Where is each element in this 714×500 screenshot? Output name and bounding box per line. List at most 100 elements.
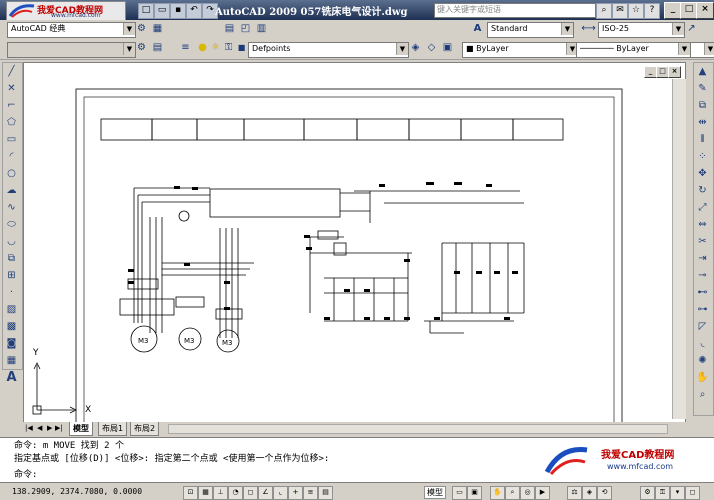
- scale-icon[interactable]: ⤢: [695, 200, 710, 216]
- properties-icon[interactable]: ▤: [222, 22, 237, 37]
- offset-icon[interactable]: ⫴: [695, 132, 710, 148]
- text-style-icon[interactable]: A: [470, 22, 485, 37]
- tab-layout2[interactable]: 布局2: [130, 422, 160, 436]
- dim-style-select[interactable]: ISO-25 ▼: [598, 22, 685, 38]
- tab-model[interactable]: 模型: [69, 422, 93, 436]
- coordinates-readout[interactable]: 138.2909, 2374.7080, 0.0000: [12, 487, 142, 496]
- region-icon[interactable]: ◙: [4, 336, 19, 352]
- chamfer-icon[interactable]: ◸: [695, 319, 710, 335]
- move-icon[interactable]: ✥: [695, 166, 710, 182]
- color-select[interactable]: ■ ByLayer ▼: [462, 42, 579, 58]
- ellipse-icon[interactable]: ⬭: [4, 217, 19, 233]
- point-icon[interactable]: ·: [4, 285, 19, 301]
- polar-icon[interactable]: ◔: [228, 486, 243, 500]
- command-window[interactable]: 命令: m MOVE 找到 2 个 指定基点或 [位移(D)] <位移>: 指定…: [0, 437, 714, 482]
- search-input[interactable]: 键入关键字或短语: [434, 3, 596, 18]
- workspace-switch-icon[interactable]: ⚙: [640, 486, 655, 500]
- erase-icon[interactable]: ✎: [695, 81, 710, 97]
- circle-icon[interactable]: ○: [4, 166, 19, 182]
- pan-icon[interactable]: ✋: [695, 370, 710, 386]
- dimension-style-icon[interactable]: ⟷: [581, 22, 596, 37]
- layer-previous-icon[interactable]: ◇: [424, 41, 439, 56]
- horizontal-scrollbar[interactable]: [168, 424, 668, 434]
- arc-icon[interactable]: ◜: [4, 149, 19, 165]
- layout-view-icon[interactable]: ▭: [452, 486, 467, 500]
- tab-last-icon[interactable]: ▶|: [55, 424, 63, 432]
- lineweight-icon[interactable]: ≡: [303, 486, 318, 500]
- layer-color-swatch[interactable]: ■: [234, 41, 249, 56]
- new-icon[interactable]: □: [138, 3, 154, 19]
- mirror-icon[interactable]: ⇹: [695, 115, 710, 131]
- favorites-icon[interactable]: ☆: [628, 3, 644, 19]
- osnap-icon[interactable]: ◻: [243, 486, 258, 500]
- steering-wheel-icon[interactable]: ◎: [520, 486, 535, 500]
- workspace-settings-icon[interactable]: ⚙: [134, 22, 149, 37]
- spline-icon[interactable]: ∿: [4, 200, 19, 216]
- tab-first-icon[interactable]: |◀: [25, 424, 33, 432]
- linetype-select[interactable]: ─────── ByLayer ▼: [576, 42, 691, 58]
- save-workspace-icon[interactable]: ▦: [150, 22, 165, 37]
- tool-palettes-icon[interactable]: ▥: [254, 22, 269, 37]
- gradient-icon[interactable]: ▩: [4, 319, 19, 335]
- annotation-visibility-icon[interactable]: ◈: [582, 486, 597, 500]
- tab-layout1[interactable]: 布局1: [98, 422, 128, 436]
- scroll-up-icon[interactable]: ▲: [695, 64, 710, 80]
- multiline-text-icon[interactable]: A: [4, 370, 19, 386]
- model-space-toggle[interactable]: 模型: [424, 486, 446, 499]
- pan-icon[interactable]: ✋: [490, 486, 505, 500]
- rectangle-icon[interactable]: ▭: [4, 132, 19, 148]
- quick-view-icon[interactable]: ▣: [467, 486, 482, 500]
- design-center-icon[interactable]: ◰: [238, 22, 253, 37]
- lineweight-select[interactable]: ▼: [690, 42, 714, 58]
- clean-screen-icon[interactable]: ◻: [685, 486, 700, 500]
- text-style-select[interactable]: Standard ▼: [487, 22, 574, 38]
- command-prompt[interactable]: 命令:: [14, 467, 37, 480]
- line-icon[interactable]: ╱: [4, 64, 19, 80]
- polyline-icon[interactable]: ⌐: [4, 98, 19, 114]
- viewport-close-button[interactable]: ×: [668, 66, 681, 78]
- auto-scale-icon[interactable]: ⟲: [597, 486, 612, 500]
- array-icon[interactable]: ⁘: [695, 149, 710, 165]
- communication-icon[interactable]: ✉: [612, 3, 628, 19]
- open-icon[interactable]: ▭: [154, 3, 170, 19]
- explode-icon[interactable]: ✺: [695, 353, 710, 369]
- break-at-point-icon[interactable]: ⊸: [695, 268, 710, 284]
- undo-icon[interactable]: ↶: [186, 3, 202, 19]
- status-menu-icon[interactable]: ▾: [670, 486, 685, 500]
- save-icon[interactable]: ▪: [170, 3, 186, 19]
- make-block-icon[interactable]: ⊞: [4, 268, 19, 284]
- rotate-icon[interactable]: ↻: [695, 183, 710, 199]
- zoom-icon[interactable]: ⌕: [695, 387, 710, 403]
- layer-select[interactable]: Defpoints ▼: [248, 42, 409, 58]
- annotation-scale-icon[interactable]: ⚖: [567, 486, 582, 500]
- extend-icon[interactable]: ⇥: [695, 251, 710, 267]
- grid-icon[interactable]: ▦: [198, 486, 213, 500]
- stretch-icon[interactable]: ⇔: [695, 217, 710, 233]
- snap-icon[interactable]: ⊡: [183, 486, 198, 500]
- join-icon[interactable]: ⊶: [695, 302, 710, 318]
- workspace-select[interactable]: AutoCAD 经典 ▼: [7, 22, 136, 38]
- ducs-icon[interactable]: ⌞: [273, 486, 288, 500]
- tab-prev-icon[interactable]: ◀: [37, 424, 42, 432]
- copy-icon[interactable]: ⧉: [695, 98, 710, 114]
- revision-cloud-icon[interactable]: ☁: [4, 183, 19, 199]
- layer-manager-icon[interactable]: ≡: [178, 41, 193, 56]
- vertical-scrollbar[interactable]: [672, 79, 686, 419]
- help-icon[interactable]: ?: [644, 3, 660, 19]
- gear-icon[interactable]: ⚙: [134, 41, 149, 56]
- fillet-icon[interactable]: ◟: [695, 336, 710, 352]
- close-button[interactable]: ×: [696, 2, 714, 19]
- multileader-style-icon[interactable]: ↗: [684, 22, 699, 37]
- toolbar-lock-icon[interactable]: ⚿: [655, 486, 670, 500]
- trim-icon[interactable]: ✂: [695, 234, 710, 250]
- zoom-icon[interactable]: ⌕: [505, 486, 520, 500]
- table-icon[interactable]: ▦: [4, 353, 19, 369]
- annotation-scale-select[interactable]: ▼: [7, 42, 136, 58]
- quick-properties-icon[interactable]: ▤: [318, 486, 333, 500]
- break-icon[interactable]: ⊷: [695, 285, 710, 301]
- polygon-icon[interactable]: ⬠: [4, 115, 19, 131]
- make-current-icon[interactable]: ◈: [408, 41, 423, 56]
- drawing-area[interactable]: M3 M3 M3 Y X _ □ ×: [23, 62, 686, 431]
- ortho-icon[interactable]: ⊥: [213, 486, 228, 500]
- layer-properties-icon[interactable]: ▤: [150, 41, 165, 56]
